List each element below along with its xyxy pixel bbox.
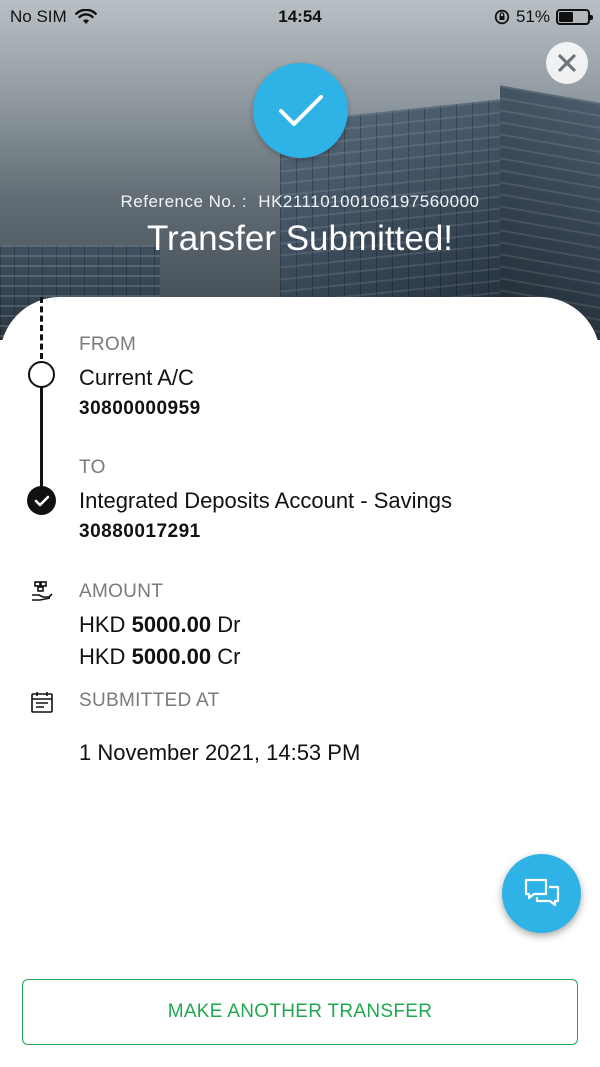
amount-credit-currency: HKD [79,644,126,669]
timeline-line [40,376,43,490]
from-account-number: 30800000959 [79,398,201,419]
amount-debit-currency: HKD [79,612,126,637]
battery-icon [556,9,593,25]
amount-debit-value: 5000.00 [131,612,212,637]
check-icon [34,495,49,506]
to-label: TO [79,457,106,478]
amount-credit-value: 5000.00 [131,644,212,669]
make-another-transfer-button[interactable]: MAKE ANOTHER TRANSFER [22,979,578,1045]
from-label: FROM [79,334,137,355]
battery-level [559,12,573,22]
submitted-label: SUBMITTED AT [79,690,220,711]
timeline-dashed-line [40,297,43,359]
clock: 14:54 [278,7,322,26]
timeline-node-to [27,486,56,515]
amount-credit: HKD 5000.00 Cr [79,644,240,670]
amount-label: AMOUNT [79,581,164,602]
checkmark-icon [278,94,323,126]
success-badge [253,63,348,158]
close-button[interactable] [546,42,588,84]
from-account-name: Current A/C [79,365,194,390]
amount-debit: HKD 5000.00 Dr [79,612,240,638]
chat-button[interactable] [502,854,581,933]
to-account-name: Integrated Deposits Account - Savings [79,488,452,513]
status-bar: No SIM 14:54 51% [0,0,600,34]
calendar-icon [31,692,53,713]
money-hand-icon [32,581,53,601]
amount-debit-suffix: Dr [217,612,241,637]
close-icon [558,54,576,72]
to-account-number: 30880017291 [79,521,201,542]
hero-banner [0,0,600,340]
timeline-node-from [28,361,55,388]
reference-line: Reference No. : HK21110100106197560000 [0,192,600,212]
amount-credit-suffix: Cr [217,644,241,669]
reference-number: HK21110100106197560000 [258,192,480,211]
chat-bubbles-icon [524,878,559,906]
submitted-datetime: 1 November 2021, 14:53 PM [79,740,361,765]
reference-label: Reference No. : [120,192,248,211]
page-title: Transfer Submitted! [146,219,454,258]
